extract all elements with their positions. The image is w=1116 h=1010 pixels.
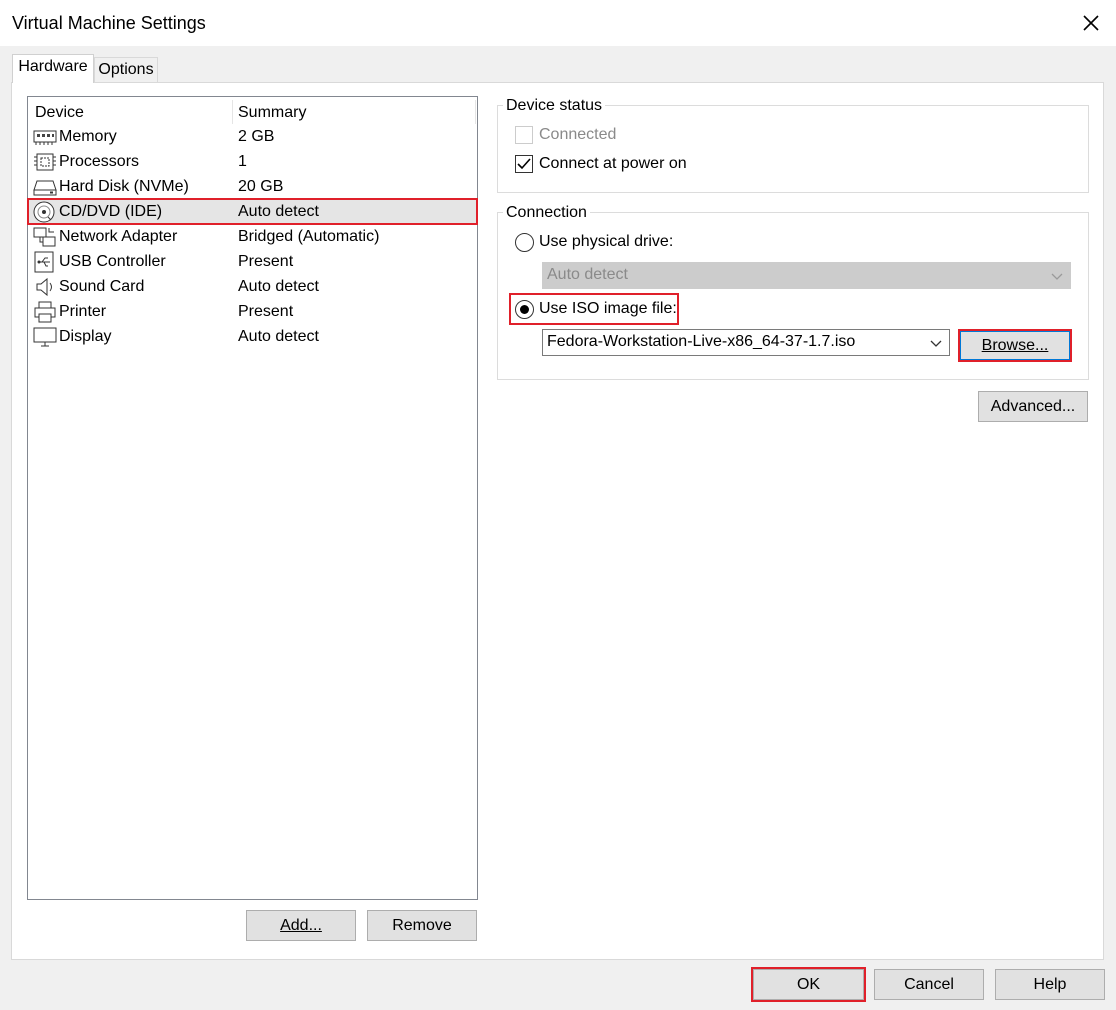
device-summary: Present xyxy=(238,253,294,270)
device-name: Printer xyxy=(59,303,107,320)
remove-device-button[interactable]: Remove xyxy=(367,910,477,941)
browse-button[interactable]: Browse... xyxy=(958,329,1072,362)
device-row-memory[interactable]: Memory 2 GB xyxy=(28,124,477,149)
device-list[interactable]: Device Summary Memory 2 GB Processors 1 … xyxy=(27,96,478,900)
device-status-label: Device status xyxy=(503,97,606,115)
column-divider xyxy=(475,100,476,124)
use-physical-drive-radio[interactable] xyxy=(515,233,534,252)
chevron-down-icon xyxy=(930,340,942,347)
device-row-usb-controller[interactable]: USB Controller Present xyxy=(28,249,477,274)
iso-option-highlight xyxy=(509,293,679,325)
iso-image-path-value: Fedora-Workstation-Live-x86_64-37-1.7.is… xyxy=(547,333,856,350)
advanced-label: Advanced... xyxy=(990,397,1076,415)
connected-label: Connected xyxy=(539,126,617,143)
summary-column-header[interactable]: Summary xyxy=(238,101,306,125)
physical-drive-select[interactable]: Auto detect xyxy=(542,262,1071,289)
device-summary: 20 GB xyxy=(238,178,284,195)
help-button[interactable]: Help xyxy=(995,969,1105,1000)
device-row-hard-disk[interactable]: Hard Disk (NVMe) 20 GB xyxy=(28,174,477,199)
device-row-sound-card[interactable]: Sound Card Auto detect xyxy=(28,274,477,299)
add-device-label: Add... xyxy=(280,916,322,934)
checkmark-icon xyxy=(517,158,531,170)
display-icon xyxy=(33,326,57,348)
memory-icon xyxy=(33,126,57,148)
device-row-network-adapter[interactable]: Network Adapter Bridged (Automatic) xyxy=(28,224,477,249)
ok-button[interactable]: OK xyxy=(751,967,866,1002)
processor-icon xyxy=(33,151,57,173)
device-name: Display xyxy=(59,328,112,345)
device-summary: Auto detect xyxy=(238,203,319,220)
iso-image-path-combo[interactable]: Fedora-Workstation-Live-x86_64-37-1.7.is… xyxy=(542,329,950,356)
printer-icon xyxy=(33,301,57,323)
chevron-down-icon xyxy=(1051,273,1063,280)
device-name: Hard Disk (NVMe) xyxy=(59,178,189,195)
device-name: USB Controller xyxy=(59,253,166,270)
connected-checkbox[interactable] xyxy=(515,126,533,144)
connection-label: Connection xyxy=(503,204,590,222)
device-summary: 1 xyxy=(238,153,247,170)
device-row-printer[interactable]: Printer Present xyxy=(28,299,477,324)
column-divider xyxy=(232,100,233,124)
physical-drive-value: Auto detect xyxy=(547,266,628,283)
device-name: CD/DVD (IDE) xyxy=(59,203,163,220)
speaker-icon xyxy=(33,276,57,298)
hard-disk-icon xyxy=(33,176,57,198)
cancel-button[interactable]: Cancel xyxy=(874,969,984,1000)
connect-at-power-on-checkbox[interactable] xyxy=(515,155,533,173)
device-summary: 2 GB xyxy=(238,128,275,145)
device-status-group xyxy=(497,105,1089,193)
device-name: Memory xyxy=(59,128,117,145)
help-label: Help xyxy=(1033,975,1067,993)
device-summary: Auto detect xyxy=(238,328,319,345)
use-physical-drive-label: Use physical drive: xyxy=(539,233,674,250)
device-summary: Auto detect xyxy=(238,278,319,295)
advanced-button[interactable]: Advanced... xyxy=(978,391,1088,422)
cd-dvd-icon xyxy=(33,201,57,223)
usb-icon xyxy=(33,251,57,273)
close-icon[interactable] xyxy=(1076,8,1106,38)
device-name: Network Adapter xyxy=(59,228,178,245)
add-device-button[interactable]: Add... xyxy=(246,910,356,941)
ok-label: OK xyxy=(796,975,821,993)
device-row-display[interactable]: Display Auto detect xyxy=(28,324,477,349)
device-row-cd-dvd[interactable]: CD/DVD (IDE) Auto detect xyxy=(27,198,478,225)
device-summary: Bridged (Automatic) xyxy=(238,228,380,245)
remove-device-label: Remove xyxy=(392,916,452,934)
cancel-label: Cancel xyxy=(904,975,954,993)
device-name: Sound Card xyxy=(59,278,145,295)
device-name: Processors xyxy=(59,153,140,170)
network-adapter-icon xyxy=(33,226,57,248)
device-column-header[interactable]: Device xyxy=(35,101,84,125)
device-summary: Present xyxy=(238,303,294,320)
device-row-processors[interactable]: Processors 1 xyxy=(28,149,477,174)
window-title: Virtual Machine Settings xyxy=(12,13,206,33)
tab-hardware[interactable]: Hardware xyxy=(12,54,94,83)
tab-options[interactable]: Options xyxy=(94,57,158,83)
connect-at-power-on-label: Connect at power on xyxy=(539,155,687,172)
browse-label: Browse... xyxy=(981,336,1049,354)
